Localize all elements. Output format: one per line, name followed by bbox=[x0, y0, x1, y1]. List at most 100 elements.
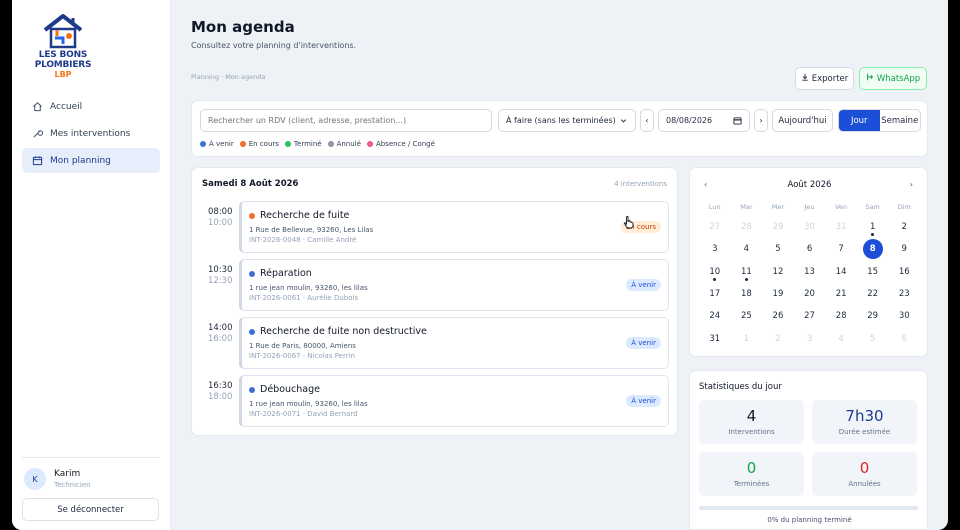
legend-label: Annulé bbox=[336, 140, 361, 148]
export-button[interactable]: Exporter bbox=[795, 67, 854, 90]
stat-value: 0 bbox=[859, 459, 870, 477]
day-number: 17 bbox=[709, 289, 721, 300]
calendar-picker-icon[interactable] bbox=[733, 116, 742, 127]
day-number: 9 bbox=[901, 244, 907, 255]
day-number: 20 bbox=[804, 289, 815, 300]
calendar-day[interactable]: 13 bbox=[794, 261, 826, 283]
calendar-day[interactable]: 14 bbox=[825, 261, 857, 283]
appointment-title: Recherche de fuite bbox=[260, 210, 350, 221]
day-number: 6 bbox=[901, 333, 907, 344]
appointment-reference: INT-2026-0071 · David Bernard bbox=[249, 410, 358, 418]
calendar-day[interactable]: 25 bbox=[731, 305, 763, 327]
status-dot bbox=[327, 141, 334, 147]
calendar-day[interactable]: 30 bbox=[794, 216, 826, 238]
view-week-button[interactable]: Semaine bbox=[880, 110, 921, 131]
search-input[interactable] bbox=[200, 109, 492, 132]
calendar-day[interactable]: 12 bbox=[762, 261, 794, 283]
weekday-header: Lun Mar Mer Jeu Ven Sam Dim bbox=[699, 203, 920, 211]
brand-line1: LES BONS bbox=[38, 50, 88, 60]
whatsapp-label: WhatsApp bbox=[876, 73, 921, 84]
calendar-day-selected[interactable]: 8 bbox=[857, 238, 889, 260]
start-time: 08:00 bbox=[208, 207, 233, 217]
calendar-day[interactable]: 19 bbox=[762, 283, 794, 305]
progress-label: 0% du planning terminé bbox=[767, 516, 852, 524]
calendar-day[interactable]: 20 bbox=[794, 283, 826, 305]
brand-line3: LBP bbox=[54, 70, 72, 79]
day-number: 14 bbox=[835, 266, 847, 277]
calendar-day[interactable]: 1 bbox=[731, 327, 763, 349]
calendar-day[interactable]: 31 bbox=[825, 216, 857, 238]
day-number: 30 bbox=[804, 222, 815, 233]
calendar-day[interactable]: 15 bbox=[857, 261, 889, 283]
appointment-title: Débouchage bbox=[260, 384, 320, 395]
calendar-day[interactable]: 2 bbox=[762, 327, 794, 349]
calendar-day[interactable]: 22 bbox=[857, 283, 889, 305]
calendar-day[interactable]: 5 bbox=[857, 327, 889, 349]
calendar-day[interactable]: 4 bbox=[731, 238, 763, 260]
day-number: 31 bbox=[835, 222, 847, 233]
calendar-day[interactable]: 6 bbox=[888, 327, 920, 349]
calendar-day[interactable]: 3 bbox=[794, 327, 826, 349]
page-title: Mon agenda bbox=[191, 18, 295, 36]
status-legend: À venir En cours Terminé Annulé Absence / Co… bbox=[200, 140, 441, 148]
calendar-day[interactable]: 7 bbox=[825, 238, 857, 260]
daily-stats-panel: Statistiques du jour 4 Interventions 7h30 D… bbox=[689, 370, 928, 530]
calendar-day[interactable]: 21 bbox=[825, 283, 857, 305]
calendar-day[interactable]: 4 bbox=[825, 327, 857, 349]
calendar-day[interactable]: 2 bbox=[888, 216, 920, 238]
calendar-day[interactable]: 31 bbox=[699, 327, 731, 349]
appointment-card[interactable]: Réparation 1 rue jean moulin, 93260, les … bbox=[239, 259, 669, 311]
calendar-day[interactable]: 27 bbox=[699, 216, 731, 238]
appointment-card[interactable]: Débouchage 1 rue jean moulin, 93260, les … bbox=[239, 375, 669, 427]
calendar-day[interactable]: 23 bbox=[888, 283, 920, 305]
appointment-card[interactable]: Recherche de fuite 1 Rue de Bellevue, 932… bbox=[239, 201, 669, 253]
agenda-slot: 16:30 18:00 Débouchage 1 rue jean moulin, 9… bbox=[192, 375, 679, 427]
date-value: 08/08/2026 bbox=[666, 116, 713, 125]
start-time: 10:30 bbox=[208, 265, 233, 275]
day-number: 6 bbox=[806, 244, 813, 255]
next-day-button[interactable]: › bbox=[754, 109, 768, 132]
calendar-day[interactable]: 3 bbox=[699, 238, 731, 260]
calendar-day[interactable]: 29 bbox=[857, 305, 889, 327]
calendar-day[interactable]: 11 bbox=[731, 261, 763, 283]
day-number: 7 bbox=[838, 244, 844, 255]
calendar-icon bbox=[31, 155, 43, 167]
day-number: 4 bbox=[838, 333, 844, 344]
calendar-day[interactable]: 17 bbox=[699, 283, 731, 305]
day-number: 21 bbox=[835, 289, 847, 300]
calendar-day[interactable]: 26 bbox=[762, 305, 794, 327]
calendar-day[interactable]: 18 bbox=[731, 283, 763, 305]
today-button[interactable]: Aujourd'hui bbox=[772, 109, 833, 132]
calendar-day[interactable]: 30 bbox=[888, 305, 920, 327]
calendar-day[interactable]: 9 bbox=[888, 238, 920, 260]
sidebar-item-planning[interactable]: Mon planning bbox=[22, 148, 160, 173]
sidebar-item-interventions[interactable]: Mes interventions bbox=[22, 121, 160, 146]
calendar-day[interactable]: 16 bbox=[888, 261, 920, 283]
legend-item: Terminé bbox=[284, 140, 322, 148]
date-input[interactable]: 08/08/2026 bbox=[658, 109, 750, 132]
calendar-day[interactable]: 1 bbox=[857, 216, 889, 238]
prev-day-button[interactable]: ‹ bbox=[640, 109, 654, 132]
calendar-day[interactable]: 27 bbox=[794, 305, 826, 327]
calendar-day[interactable]: 5 bbox=[762, 238, 794, 260]
home-icon bbox=[31, 101, 43, 113]
chevron-down-icon bbox=[619, 116, 628, 127]
appointment-card[interactable]: Recherche de fuite non destructive 1 Rue … bbox=[239, 317, 669, 369]
logout-button[interactable]: Se déconnecter bbox=[22, 498, 159, 521]
day-number: 18 bbox=[740, 289, 752, 300]
calendar-day[interactable]: 6 bbox=[794, 238, 826, 260]
whatsapp-button[interactable]: WhatsApp bbox=[859, 67, 927, 90]
calendar-day[interactable]: 28 bbox=[731, 216, 763, 238]
brand-line2: PLOMBIERS bbox=[34, 60, 92, 70]
view-day-button[interactable]: Jour bbox=[839, 110, 880, 131]
sidebar-item-accueil[interactable]: Accueil bbox=[22, 94, 160, 119]
calendar-day[interactable]: 10 bbox=[699, 261, 731, 283]
calendar-day[interactable]: 24 bbox=[699, 305, 731, 327]
status-select[interactable]: À faire (sans les terminées) bbox=[498, 109, 636, 132]
mini-calendar: ‹ Août 2026 › Lun Mar Mer Jeu Ven Sam Dim 27 28… bbox=[689, 167, 928, 357]
calendar-day[interactable]: 28 bbox=[825, 305, 857, 327]
calendar-day[interactable]: 29 bbox=[762, 216, 794, 238]
calendar-next-button[interactable]: › bbox=[910, 180, 913, 189]
legend-label: À venir bbox=[209, 140, 234, 148]
appointment-reference: INT-2026-0061 · Aurélie Dubois bbox=[249, 294, 359, 302]
